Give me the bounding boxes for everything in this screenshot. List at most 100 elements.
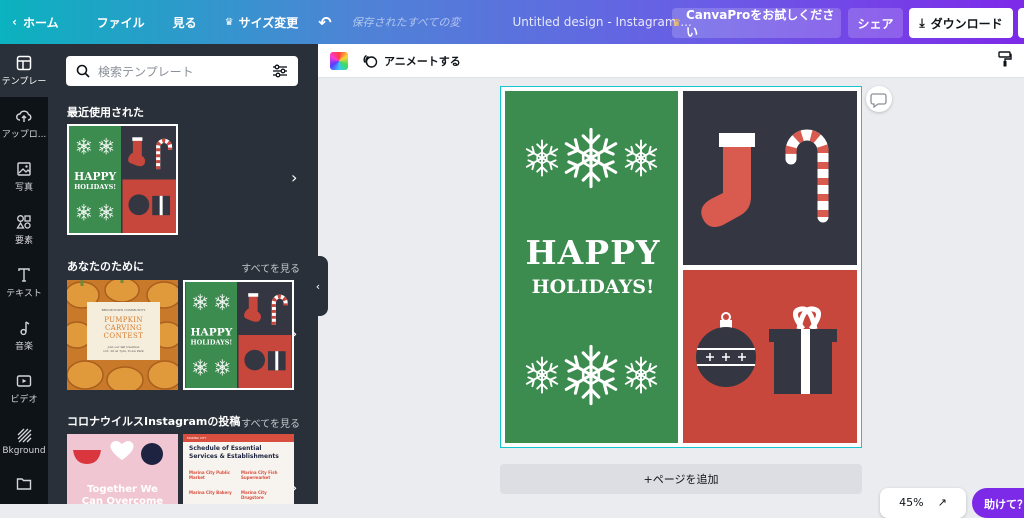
help-button[interactable]: 助けて？ bbox=[972, 488, 1024, 518]
search-templates-field[interactable]: 検索テンプレート bbox=[66, 56, 298, 86]
rail-label: テンプレー bbox=[1, 76, 47, 87]
holiday-design: HAPPY HOLIDAYS! bbox=[501, 87, 861, 447]
thumb2-holidays-text: HOLIDAYS! bbox=[191, 338, 233, 346]
add-comment-button[interactable] bbox=[866, 86, 892, 112]
happy-text: HAPPY bbox=[526, 233, 661, 272]
zoom-control[interactable]: 45% ↗ bbox=[880, 488, 966, 518]
video-icon bbox=[16, 374, 32, 387]
zoom-level: 45% bbox=[899, 496, 924, 509]
pumpkin-title-2: CONTEST bbox=[103, 332, 144, 340]
together-art bbox=[73, 441, 163, 465]
rail-label: ビデオ bbox=[10, 394, 38, 405]
rail-item-text[interactable]: テキスト bbox=[0, 256, 48, 309]
templates-panel: 検索テンプレート 最近使用された HAPPY HOLIDAYS! › あなたのた… bbox=[48, 44, 318, 504]
schedule-col3: Marina City Bakery bbox=[189, 490, 232, 495]
rail-item-photos[interactable]: 写真 bbox=[0, 150, 48, 203]
for-you-section-title: あなたのために bbox=[67, 260, 144, 273]
animate-icon bbox=[363, 54, 378, 68]
pumpkin-details: Join our fall tradition Oct. 26 at 7pm, … bbox=[103, 345, 144, 353]
corona-section-title: コロナウイルスInstagramの投稿 bbox=[67, 415, 241, 428]
music-icon bbox=[20, 320, 30, 335]
holiday-thumbnail-art-2: HAPPY HOLIDAYS! bbox=[185, 282, 292, 388]
together-template-thumbnail[interactable]: Together We Can Overcome bbox=[67, 434, 178, 504]
schedule-col1: Marina City Public Market bbox=[189, 470, 230, 480]
schedule-col4: Marina City Drugstore bbox=[241, 490, 267, 500]
share-button[interactable]: シェア bbox=[848, 8, 903, 38]
home-button[interactable]: ‹ ホーム bbox=[0, 0, 71, 44]
rail-item-folders[interactable] bbox=[0, 468, 48, 498]
pro-label: CanvaProをお試しください bbox=[685, 8, 835, 39]
schedule-header: MARINA CITY bbox=[183, 434, 294, 442]
chevron-left-icon: ‹ bbox=[12, 15, 17, 29]
paint-roller-icon bbox=[998, 51, 1012, 67]
search-icon bbox=[76, 64, 90, 78]
color-picker-button[interactable] bbox=[330, 51, 348, 70]
upload-icon bbox=[16, 110, 32, 122]
crown-icon: ♛ bbox=[224, 16, 234, 28]
schedule-template-thumbnail[interactable]: MARINA CITY Schedule of Essential Servic… bbox=[183, 434, 294, 504]
comment-icon bbox=[870, 93, 887, 109]
expand-icon[interactable]: ↗ bbox=[938, 496, 947, 509]
publish-button-edge[interactable] bbox=[1018, 8, 1024, 38]
template-icon bbox=[16, 55, 32, 70]
chevron-left-icon: ‹ bbox=[315, 279, 321, 293]
pumpkin-contest-thumbnail[interactable]: BROOKTOWN COMMUNITY PUMPKIN CARVING CONT… bbox=[67, 280, 178, 390]
thumb-holidays-text: HOLIDAYS! bbox=[74, 183, 116, 191]
undo-button[interactable]: ↶ bbox=[310, 0, 339, 44]
home-label: ホーム bbox=[22, 15, 59, 30]
schedule-title: Schedule of Essential Services & Establi… bbox=[189, 445, 279, 460]
recent-section-title: 最近使用された bbox=[67, 106, 144, 119]
try-canva-pro-button[interactable]: ♛ CanvaProをお試しください bbox=[672, 8, 841, 39]
rail-label: 写真 bbox=[14, 182, 33, 193]
rail-label: テキスト bbox=[6, 288, 42, 299]
animate-button[interactable]: アニメートする bbox=[362, 53, 461, 69]
rail-item-templates[interactable]: テンプレー bbox=[0, 44, 48, 97]
corona-next-chevron-icon[interactable]: › bbox=[291, 478, 297, 497]
rail-item-video[interactable]: ビデオ bbox=[0, 362, 48, 415]
schedule-col2: Marina City Fish Supermarket bbox=[241, 470, 278, 480]
elements-icon bbox=[16, 214, 31, 229]
collapse-panel-button[interactable]: ‹ bbox=[308, 256, 328, 316]
resize-label: サイズ変更 bbox=[238, 15, 299, 30]
corona-see-all-link[interactable]: すべてを見る bbox=[241, 415, 300, 430]
together-text: Together We Can Overcome bbox=[81, 484, 164, 504]
animate-label: アニメートする bbox=[384, 54, 461, 68]
text-icon bbox=[18, 267, 30, 282]
add-page-button[interactable]: +ページを追加 bbox=[500, 464, 862, 494]
file-menu[interactable]: ファイル bbox=[85, 0, 157, 44]
undo-icon: ↶ bbox=[318, 12, 332, 32]
pumpkin-community: BROOKTOWN COMMUNITY bbox=[101, 308, 146, 312]
recent-next-chevron-icon[interactable]: › bbox=[291, 168, 297, 187]
side-rail: テンプレー アップロ... 写真 要素 テキスト 音楽 ビデオ Bkground bbox=[0, 44, 48, 504]
pumpkin-card: BROOKTOWN COMMUNITY PUMPKIN CARVING CONT… bbox=[87, 302, 160, 360]
for-you-see-all-link[interactable]: すべてを見る bbox=[241, 260, 300, 275]
view-menu[interactable]: 見る bbox=[161, 0, 209, 44]
recent-template-thumbnail[interactable]: HAPPY HOLIDAYS! bbox=[67, 124, 178, 235]
crown-icon: ♛ bbox=[672, 17, 681, 29]
canvas-toolbar: アニメートする bbox=[318, 44, 1024, 78]
holiday-template-thumbnail[interactable]: HAPPY HOLIDAYS! bbox=[183, 280, 294, 390]
download-button[interactable]: ⤓ ダウンロード bbox=[909, 8, 1013, 38]
rail-item-elements[interactable]: 要素 bbox=[0, 203, 48, 256]
download-label: ダウンロード bbox=[930, 16, 1003, 31]
background-icon bbox=[17, 428, 32, 443]
for-you-next-chevron-icon[interactable]: › bbox=[291, 324, 297, 343]
design-canvas[interactable]: HAPPY HOLIDAYS! bbox=[500, 86, 862, 448]
thumb-happy-text: HAPPY bbox=[74, 170, 116, 183]
rail-item-music[interactable]: 音楽 bbox=[0, 309, 48, 362]
filter-icon[interactable] bbox=[272, 64, 288, 78]
rail-label: Bkground bbox=[2, 446, 46, 456]
rail-label: アップロ... bbox=[1, 129, 47, 140]
rail-item-uploads[interactable]: アップロ... bbox=[0, 97, 48, 150]
dark-panel bbox=[683, 91, 857, 265]
thumb2-happy-text: HAPPY bbox=[191, 327, 233, 339]
resize-button[interactable]: ♛ サイズ変更 bbox=[213, 0, 311, 44]
paint-format-button[interactable] bbox=[998, 51, 1012, 70]
download-icon: ⤓ bbox=[919, 15, 925, 30]
holiday-thumbnail-art: HAPPY HOLIDAYS! bbox=[69, 126, 176, 233]
photo-icon bbox=[17, 161, 31, 176]
folder-icon bbox=[16, 478, 32, 490]
search-input[interactable]: 検索テンプレート bbox=[98, 63, 272, 80]
rail-label: 要素 bbox=[14, 235, 33, 246]
rail-item-background[interactable]: Bkground bbox=[0, 415, 48, 468]
